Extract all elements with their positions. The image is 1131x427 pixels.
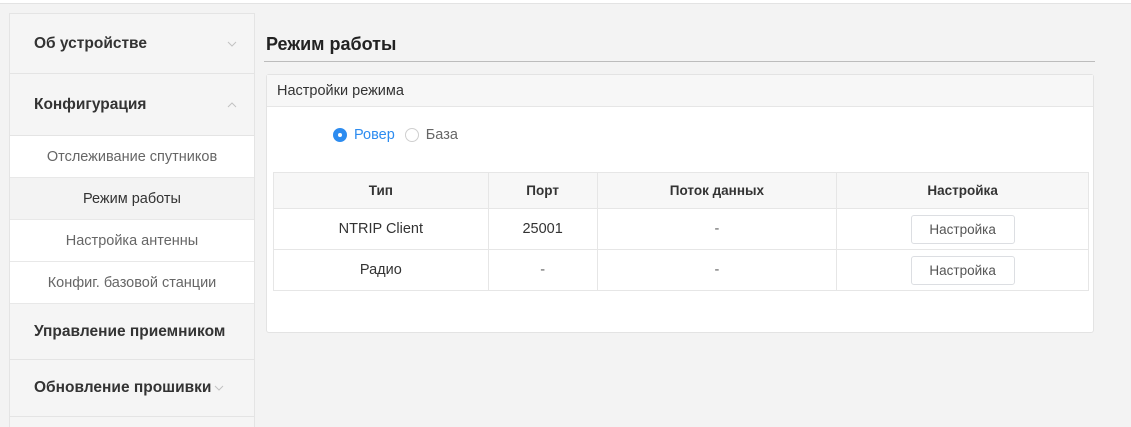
cell-type: NTRIP Client (273, 208, 489, 250)
page-title: Режим работы (266, 34, 397, 54)
mode-settings-panel: Настройки режима Ровер База Тип Порт Пот… (266, 74, 1094, 333)
chevron-up-icon (226, 99, 238, 111)
cell-settings: Настройка (836, 208, 1089, 250)
sidebar-item-base-station-config[interactable]: Конфиг. базовой станции (10, 262, 254, 304)
radio-label: База (425, 127, 458, 143)
column-header-port: Порт (487, 172, 598, 209)
configuration-submenu: Отслеживание спутников Режим работы Наст… (10, 136, 254, 304)
menu-group-receiver-management[interactable]: Управление приемником (10, 304, 254, 360)
data-streams-table: Тип Порт Поток данных Настройка NTRIP Cl… (273, 172, 1089, 291)
column-header-stream: Поток данных (596, 172, 838, 209)
cell-stream: - (596, 249, 838, 291)
panel-title: Настройки режима (267, 75, 1093, 107)
radio-checked-icon (333, 128, 347, 142)
cell-type: Радио (273, 249, 489, 291)
cell-settings: Настройка (836, 249, 1089, 291)
cell-port: 25001 (487, 208, 598, 250)
menu-group-label: Конфигурация (34, 95, 147, 113)
sidebar-item-satellite-tracking[interactable]: Отслеживание спутников (10, 136, 254, 178)
column-header-settings: Настройка (836, 172, 1089, 209)
top-border (0, 0, 1131, 4)
menu-group-label: Обновление прошивки (34, 379, 212, 396)
radio-base[interactable]: База (404, 127, 458, 143)
mode-radio-group: Ровер База (333, 127, 463, 143)
sidebar: Об устройстве Конфигурация Отслеживание … (9, 13, 255, 427)
table-row: Радио - - Настройка (273, 249, 1089, 291)
title-divider (264, 61, 1095, 62)
menu-group-device-info[interactable]: Об устройстве (10, 14, 254, 74)
radio-settings-button[interactable]: Настройка (910, 255, 1015, 285)
menu-group-label: Управление приемником (34, 322, 226, 340)
cell-port: - (487, 249, 598, 291)
ntrip-settings-button[interactable]: Настройка (910, 214, 1015, 244)
table-row: NTRIP Client 25001 - Настройка (273, 208, 1089, 250)
table-header-row: Тип Порт Поток данных Настройка (273, 172, 1089, 209)
chevron-down-icon (213, 382, 225, 394)
menu-group-configuration[interactable]: Конфигурация (10, 74, 254, 136)
sidebar-item-work-mode[interactable]: Режим работы (10, 178, 254, 220)
menu-group-label: Об устройстве (34, 34, 148, 52)
chevron-down-icon (226, 38, 238, 50)
cell-stream: - (596, 208, 838, 250)
radio-label: Ровер (354, 127, 395, 143)
sidebar-item-antenna-settings[interactable]: Настройка антенны (10, 220, 254, 262)
menu-group-firmware-update[interactable]: Обновление прошивки (10, 360, 254, 417)
radio-rover[interactable]: Ровер (333, 127, 395, 143)
radio-unchecked-icon (404, 128, 419, 142)
column-header-type: Тип (273, 172, 489, 209)
